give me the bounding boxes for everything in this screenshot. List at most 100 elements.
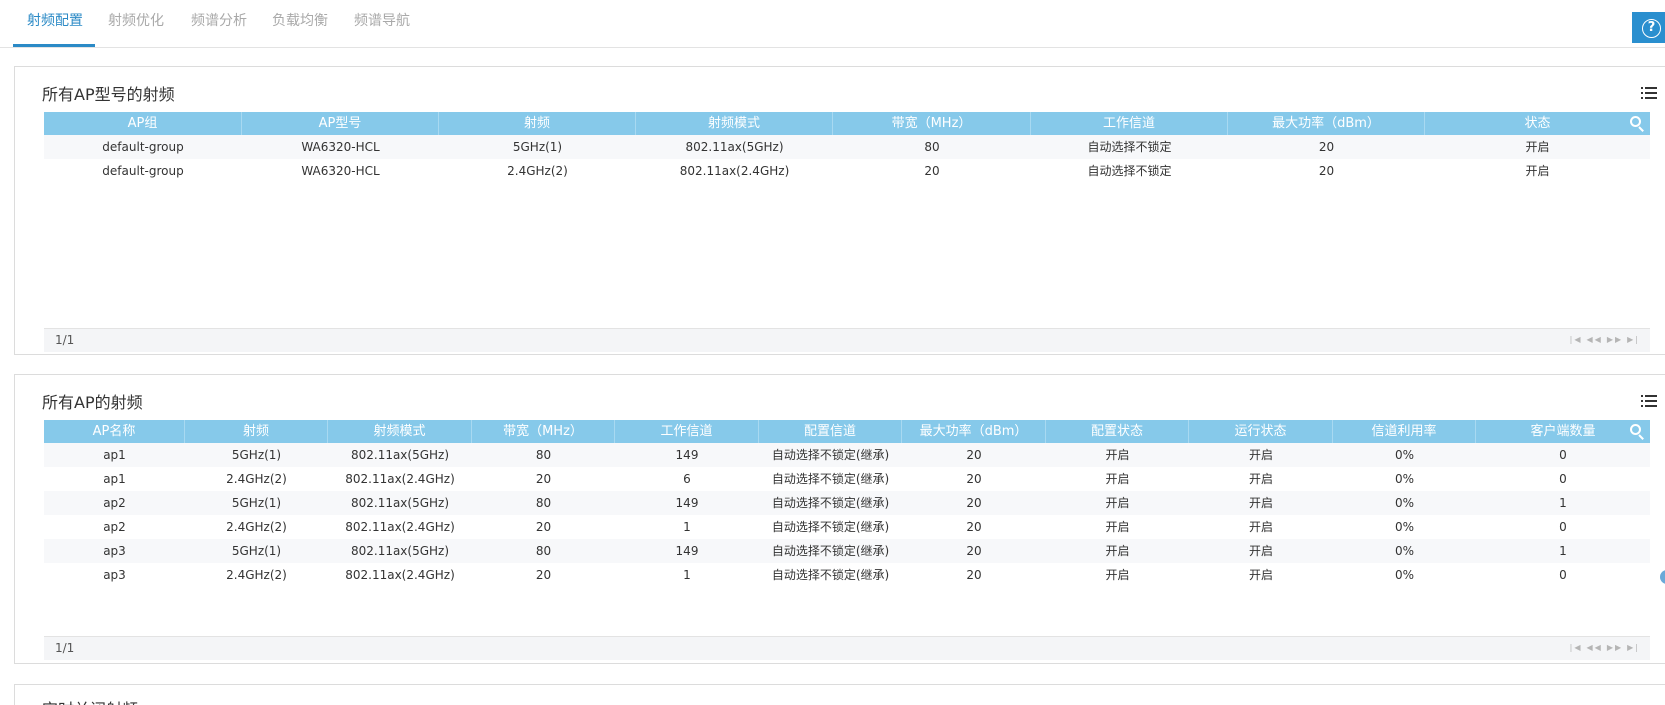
table-cell: ap1 xyxy=(103,472,126,486)
column-header[interactable]: 最大功率（dBm） xyxy=(1228,112,1425,135)
column-header[interactable]: 工作信道 xyxy=(1031,112,1228,135)
column-header[interactable]: 射频 xyxy=(439,112,636,135)
table-cell: 1 xyxy=(1559,544,1567,558)
tab-rf-config[interactable]: 射频配置 xyxy=(27,0,83,48)
table-cell: 149 xyxy=(675,448,699,462)
column-header-label: 配置信道 xyxy=(803,424,856,439)
column-header[interactable]: AP名称 xyxy=(44,420,185,443)
column-header-label: AP型号 xyxy=(318,116,362,131)
table-body: default-group WA6320-HCL 5GHz(1) 802.11ax(5… xyxy=(44,135,1650,183)
search-icon[interactable] xyxy=(1630,116,1644,132)
table-cell: 20 xyxy=(535,568,552,582)
table-cell: 开启 xyxy=(1105,448,1130,462)
tab-spectrum-analysis[interactable]: 频谱分析 xyxy=(191,0,247,48)
table-cell: default-group xyxy=(102,140,184,154)
table-cell: 0% xyxy=(1394,472,1415,486)
tab-rf-optimize[interactable]: 射频优化 xyxy=(108,0,164,48)
table-body: ap1 5GHz(1) 802.11ax(5GHz) 80 149 自动选择不锁定(继承)… xyxy=(44,443,1650,587)
column-header[interactable]: 客户端数量 xyxy=(1476,420,1650,443)
table-cell: 149 xyxy=(675,544,699,558)
table-cell: 0% xyxy=(1394,568,1415,582)
next-page-icon[interactable]: ▶▶ xyxy=(1607,643,1623,652)
tab-spectrum-nav[interactable]: 频谱导航 xyxy=(354,0,410,48)
table-cell: 开启 xyxy=(1525,140,1550,154)
column-header-label: 射频 xyxy=(242,424,269,439)
help-button[interactable]: ? xyxy=(1632,12,1665,43)
table-row[interactable]: ap2 2.4GHz(2) 802.11ax(2.4GHz) 20 1 自动选择不锁定(继… xyxy=(44,515,1650,539)
table-cell: 5GHz(1) xyxy=(231,496,282,510)
table-row[interactable]: ap1 2.4GHz(2) 802.11ax(2.4GHz) 20 6 自动选择不锁定(继… xyxy=(44,467,1650,491)
table-cell: WA6320-HCL xyxy=(301,140,380,154)
table-cell: 开启 xyxy=(1525,164,1550,178)
table-cell: 0% xyxy=(1394,544,1415,558)
first-page-icon[interactable]: |◀ xyxy=(1570,643,1583,652)
table-cell: 20 xyxy=(966,472,982,486)
table-cell: 开启 xyxy=(1248,472,1273,486)
pager: 1/1 |◀ ◀◀ ▶▶ ▶| xyxy=(44,328,1650,352)
table-cell: 0 xyxy=(1559,520,1567,534)
table-cell: 自动选择不锁定(继承) xyxy=(771,568,890,582)
column-header-label: AP名称 xyxy=(92,424,136,439)
list-menu-icon[interactable] xyxy=(1641,87,1657,101)
column-header[interactable]: 工作信道 xyxy=(615,420,759,443)
ap-model-radio-table: AP组 AP型号 射频 射频模式 带宽（MHz） 工作信道 最大功率（dBm） 状态 defa… xyxy=(44,112,1650,183)
column-header-label: 射频模式 xyxy=(373,424,426,439)
column-header[interactable]: AP组 xyxy=(44,112,242,135)
first-page-icon[interactable]: |◀ xyxy=(1570,335,1583,344)
column-header-label: 工作信道 xyxy=(660,424,713,439)
search-icon[interactable] xyxy=(1630,424,1644,440)
column-header[interactable]: 状态 xyxy=(1425,112,1650,135)
column-header-label: 射频 xyxy=(523,116,550,131)
column-header-label: 最大功率（dBm） xyxy=(1272,116,1380,131)
table-cell: 20 xyxy=(535,520,552,534)
column-header[interactable]: 射频 xyxy=(185,420,328,443)
column-header[interactable]: 射频模式 xyxy=(636,112,833,135)
column-header[interactable]: 最大功率（dBm） xyxy=(902,420,1046,443)
list-menu-icon[interactable] xyxy=(1641,395,1657,409)
table-cell: 自动选择不锁定(继承) xyxy=(771,520,890,534)
column-header[interactable]: 带宽（MHz） xyxy=(472,420,615,443)
column-header[interactable]: 带宽（MHz） xyxy=(833,112,1031,135)
last-page-icon[interactable]: ▶| xyxy=(1627,643,1640,652)
panel-title: 定时关闭射频 xyxy=(42,696,138,705)
table-cell: 20 xyxy=(966,496,982,510)
active-tab-indicator xyxy=(13,44,95,47)
column-header-label: 信道利用率 xyxy=(1371,424,1437,439)
next-page-icon[interactable]: ▶▶ xyxy=(1607,335,1623,344)
tab-load-balance[interactable]: 负载均衡 xyxy=(272,0,328,48)
table-cell: 80 xyxy=(535,448,552,462)
table-cell: 自动选择不锁定(继承) xyxy=(771,496,890,510)
table-row[interactable]: ap1 5GHz(1) 802.11ax(5GHz) 80 149 自动选择不锁定(继承)… xyxy=(44,443,1650,467)
table-cell: 802.11ax(2.4GHz) xyxy=(679,164,790,178)
last-page-icon[interactable]: ▶| xyxy=(1627,335,1640,344)
table-cell: 802.11ax(2.4GHz) xyxy=(345,520,455,534)
table-cell: 0% xyxy=(1394,496,1415,510)
column-header[interactable]: AP型号 xyxy=(242,112,439,135)
table-row[interactable]: default-group WA6320-HCL 5GHz(1) 802.11ax(5… xyxy=(44,135,1650,159)
column-header[interactable]: 配置状态 xyxy=(1046,420,1189,443)
table-cell: 2.4GHz(2) xyxy=(226,472,287,486)
column-header-label: 工作信道 xyxy=(1102,116,1155,131)
table-cell: 开启 xyxy=(1105,568,1130,582)
panel-scheduled-radio-off: 定时关闭射频 xyxy=(14,684,1665,705)
table-cell: 开启 xyxy=(1105,544,1130,558)
column-header[interactable]: 射频模式 xyxy=(328,420,472,443)
table-cell: 802.11ax(5GHz) xyxy=(350,448,450,462)
table-cell: 开启 xyxy=(1105,520,1130,534)
table-row[interactable]: ap2 5GHz(1) 802.11ax(5GHz) 80 149 自动选择不锁定(继承)… xyxy=(44,491,1650,515)
table-row[interactable]: ap3 2.4GHz(2) 802.11ax(2.4GHz) 20 1 自动选择不锁定(继… xyxy=(44,563,1650,587)
pager-buttons: |◀ ◀◀ ▶▶ ▶| xyxy=(1566,643,1640,652)
table-row[interactable]: ap3 5GHz(1) 802.11ax(5GHz) 80 149 自动选择不锁定(继承)… xyxy=(44,539,1650,563)
column-header[interactable]: 运行状态 xyxy=(1189,420,1333,443)
column-header[interactable]: 信道利用率 xyxy=(1333,420,1476,443)
table-cell: 0% xyxy=(1394,520,1415,534)
table-cell: 20 xyxy=(1318,140,1335,154)
prev-page-icon[interactable]: ◀◀ xyxy=(1587,643,1603,652)
prev-page-icon[interactable]: ◀◀ xyxy=(1587,335,1603,344)
table-cell: 自动选择不锁定(继承) xyxy=(771,544,890,558)
table-cell: 149 xyxy=(675,496,699,510)
table-cell: 5GHz(1) xyxy=(231,448,282,462)
column-header[interactable]: 配置信道 xyxy=(759,420,902,443)
column-header-label: 运行状态 xyxy=(1234,424,1287,439)
table-row[interactable]: default-group WA6320-HCL 2.4GHz(2) 802.11ax… xyxy=(44,159,1650,183)
